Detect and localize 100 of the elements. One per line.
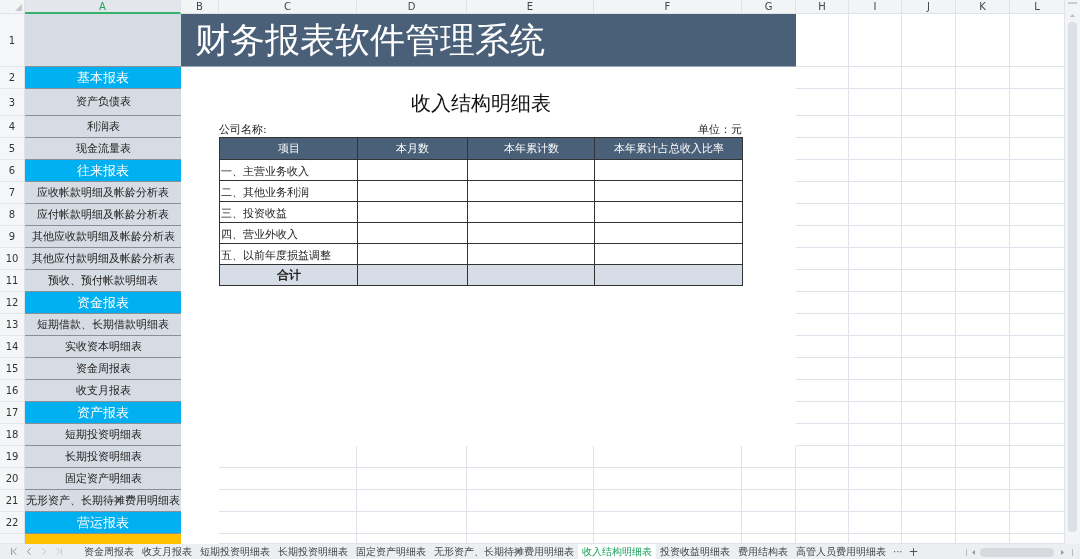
horizontal-scrollbar[interactable] <box>966 545 1076 558</box>
row-header[interactable]: 17 <box>0 402 25 424</box>
first-sheet-icon[interactable] <box>10 547 18 556</box>
column-heading: 本月数 <box>357 137 468 160</box>
row-header[interactable]: 16 <box>0 380 25 402</box>
row-header[interactable]: 5 <box>0 138 25 160</box>
report-link[interactable]: 应付帐款明细及帐龄分析表 <box>25 204 181 226</box>
report-link[interactable]: 其他应收款明细及帐龄分析表 <box>25 226 181 248</box>
empty-cell <box>849 512 902 534</box>
sheet-tab[interactable]: 收支月报表 <box>138 544 196 559</box>
next-sheet-icon[interactable] <box>40 547 48 556</box>
empty-cell <box>849 89 902 116</box>
report-link[interactable]: 无形资产、长期待摊费用明细表 <box>25 490 181 512</box>
report-link[interactable]: 收支月报表 <box>25 380 181 402</box>
row-header[interactable]: 14 <box>0 336 25 358</box>
column-header[interactable]: B <box>181 0 219 14</box>
sheet-tab[interactable]: 投资收益明细表 <box>656 544 734 559</box>
report-link[interactable]: 现金流量表 <box>25 138 181 160</box>
column-header[interactable]: K <box>956 0 1010 14</box>
select-all-corner[interactable] <box>0 0 25 14</box>
report-link[interactable]: 其他应付款明细及帐龄分析表 <box>25 248 181 270</box>
total-label: 合计 <box>219 264 358 286</box>
last-sheet-icon[interactable] <box>55 547 63 556</box>
row-header[interactable]: 7 <box>0 182 25 204</box>
report-link[interactable]: 利润表 <box>25 116 181 138</box>
row-header[interactable]: 12 <box>0 292 25 314</box>
table-cell: 一、主营业务收入 <box>219 159 358 181</box>
category-header: 基本报表 <box>25 67 181 89</box>
sheet-tab[interactable]: 资金周报表 <box>80 544 138 559</box>
vertical-scrollbar[interactable] <box>1065 0 1080 544</box>
report-link[interactable]: 固定资产明细表 <box>25 468 181 490</box>
column-header[interactable]: H <box>796 0 849 14</box>
row-header[interactable]: 20 <box>0 468 25 490</box>
row-header[interactable]: 18 <box>0 424 25 446</box>
row-header[interactable] <box>0 534 25 544</box>
empty-cell <box>742 512 796 534</box>
report-link[interactable]: 长期投资明细表 <box>25 446 181 468</box>
table-cell: 五、以前年度损益调整 <box>219 243 358 265</box>
empty-cell <box>849 336 902 358</box>
empty-cell <box>956 468 1010 490</box>
row-header[interactable]: 2 <box>0 67 25 89</box>
add-sheet-button[interactable]: + <box>905 544 922 559</box>
report-link[interactable]: 资产负债表 <box>25 89 181 116</box>
row-header[interactable]: 21 <box>0 490 25 512</box>
empty-cell <box>956 402 1010 424</box>
sheet-tab[interactable]: 收入结构明细表 <box>578 544 656 559</box>
column-header[interactable]: I <box>849 0 902 14</box>
column-header[interactable]: E <box>467 0 594 14</box>
sheet-tab[interactable]: 费用结构表 <box>734 544 792 559</box>
empty-cell <box>796 116 849 138</box>
empty-cell <box>902 89 956 116</box>
row-header[interactable]: 6 <box>0 160 25 182</box>
empty-cell <box>902 14 956 67</box>
sheet-tab[interactable]: 无形资产、长期待摊费用明细表 <box>430 544 578 559</box>
sheet-tab[interactable]: 高管人员费用明细表 <box>792 544 890 559</box>
sheet-tab[interactable]: 固定资产明细表 <box>352 544 430 559</box>
empty-cell <box>796 138 849 160</box>
empty-cell <box>796 512 849 534</box>
row-header[interactable]: 11 <box>0 270 25 292</box>
row-header[interactable]: 10 <box>0 248 25 270</box>
empty-cell <box>796 248 849 270</box>
sheet-tab[interactable]: 长期投资明细表 <box>274 544 352 559</box>
category-header: 往来报表 <box>25 160 181 182</box>
empty-cell <box>956 358 1010 380</box>
report-link[interactable] <box>25 534 181 544</box>
empty-cell <box>902 402 956 424</box>
column-header[interactable]: J <box>902 0 956 14</box>
empty-cell <box>849 468 902 490</box>
empty-cell <box>902 512 956 534</box>
row-header[interactable]: 3 <box>0 89 25 116</box>
more-sheets-button[interactable]: ··· <box>890 544 906 559</box>
row-header[interactable]: 4 <box>0 116 25 138</box>
row-header[interactable]: 15 <box>0 358 25 380</box>
column-header[interactable]: F <box>594 0 742 14</box>
column-header[interactable]: C <box>219 0 357 14</box>
column-header[interactable]: G <box>742 0 796 14</box>
report-link[interactable]: 预收、预付帐款明细表 <box>25 270 181 292</box>
column-header[interactable]: D <box>357 0 467 14</box>
report-link[interactable]: 实收资本明细表 <box>25 336 181 358</box>
row-header[interactable]: 19 <box>0 446 25 468</box>
report-link[interactable]: 应收帐款明细及帐龄分析表 <box>25 182 181 204</box>
column-header[interactable]: L <box>1010 0 1065 14</box>
report-link[interactable]: 资金周报表 <box>25 358 181 380</box>
previous-sheet-icon[interactable] <box>25 547 33 556</box>
row-header[interactable]: 9 <box>0 226 25 248</box>
report-link[interactable]: 短期投资明细表 <box>25 424 181 446</box>
empty-cell <box>956 160 1010 182</box>
row-header[interactable]: 8 <box>0 204 25 226</box>
row-header[interactable]: 13 <box>0 314 25 336</box>
report-link[interactable]: 短期借款、长期借款明细表 <box>25 314 181 336</box>
row-header[interactable]: 1 <box>0 14 25 67</box>
sheet-tab[interactable]: 短期投资明细表 <box>196 544 274 559</box>
empty-cell <box>902 204 956 226</box>
empty-cell <box>956 116 1010 138</box>
column-heading: 项目 <box>219 137 358 160</box>
row-header[interactable]: 22 <box>0 512 25 534</box>
empty-cell <box>796 358 849 380</box>
empty-cell <box>956 512 1010 534</box>
empty-cell <box>849 424 902 446</box>
empty-cell <box>902 160 956 182</box>
